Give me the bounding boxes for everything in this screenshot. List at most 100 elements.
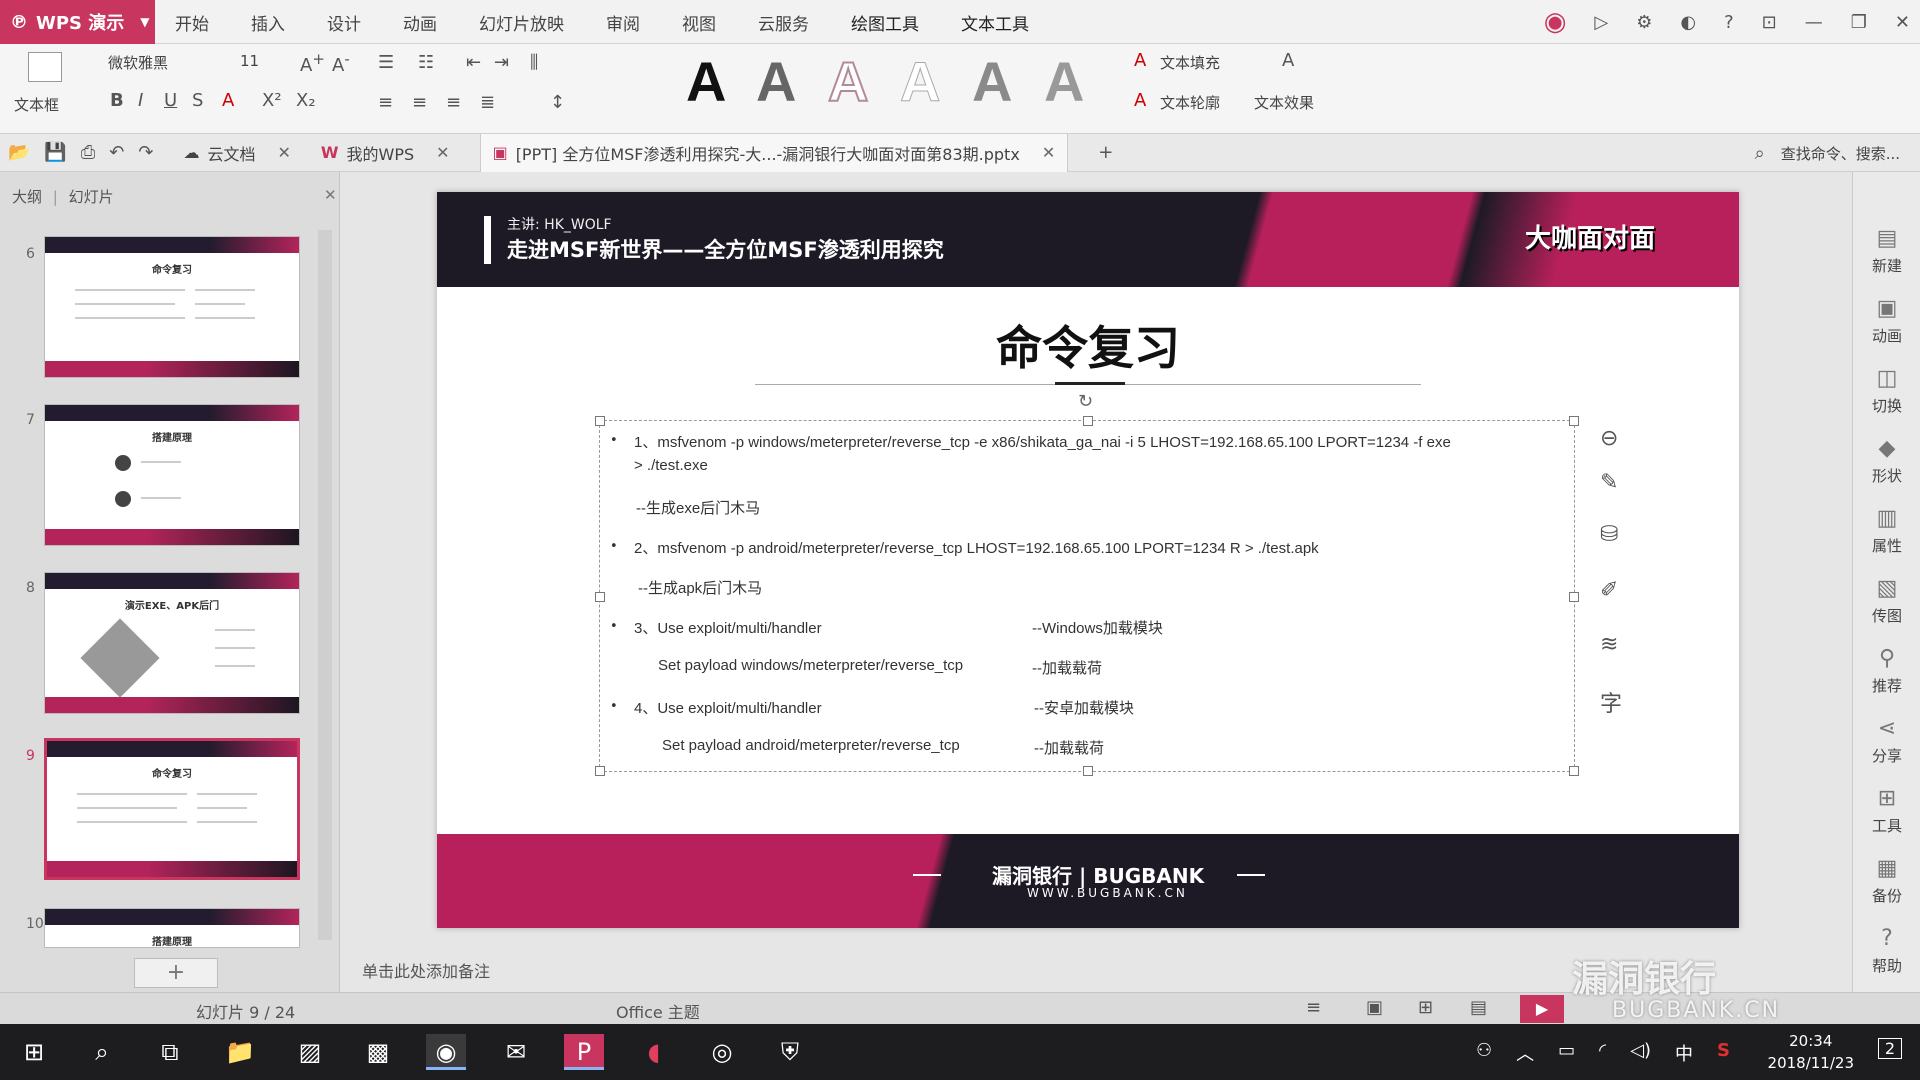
menu-tab-cloud[interactable]: 云服务 bbox=[758, 10, 809, 35]
sidebar-item-share[interactable]: ⋖ 分享 bbox=[1853, 716, 1920, 766]
resize-handle[interactable] bbox=[1569, 766, 1579, 776]
search-icon[interactable]: ⌕ bbox=[1755, 143, 1765, 164]
search-icon[interactable]: ⌕ bbox=[82, 1034, 122, 1070]
superscript-icon[interactable]: X² bbox=[262, 90, 282, 111]
clock[interactable]: 20:34 2018/11/23 bbox=[1768, 1030, 1854, 1074]
chevron-up-icon[interactable]: ︿ bbox=[1516, 1040, 1534, 1066]
textbox-icon[interactable] bbox=[28, 52, 62, 82]
subscript-icon[interactable]: X₂ bbox=[296, 90, 316, 111]
text-fill-icon[interactable]: A bbox=[1134, 50, 1146, 71]
minimize-icon[interactable]: — bbox=[1805, 12, 1823, 33]
redo-icon[interactable]: ↷ bbox=[138, 142, 153, 163]
tool-icon[interactable]: ✉ bbox=[496, 1034, 536, 1070]
aperture-icon[interactable]: ◎ bbox=[702, 1034, 742, 1070]
line-spacing-icon[interactable]: ↕ bbox=[550, 92, 565, 113]
rotate-handle-icon[interactable]: ↻ bbox=[1078, 391, 1093, 412]
reading-view-icon[interactable]: ▤ bbox=[1470, 997, 1487, 1018]
text-style-2[interactable]: A bbox=[756, 52, 796, 112]
windows-start-icon[interactable]: ⊞ bbox=[14, 1034, 54, 1070]
thumbnail-scrollbar[interactable] bbox=[318, 230, 332, 940]
underline-icon[interactable]: U bbox=[164, 90, 177, 111]
text-style-6[interactable]: A bbox=[1044, 52, 1084, 112]
file-explorer-icon[interactable]: 📁 bbox=[220, 1034, 260, 1070]
normal-view-icon[interactable]: ▣ bbox=[1366, 997, 1383, 1018]
text-style-5[interactable]: A bbox=[972, 52, 1012, 112]
sidebar-item-recommend[interactable]: ⚲ 推荐 bbox=[1853, 646, 1920, 696]
media-player-icon[interactable]: ◉ bbox=[426, 1034, 466, 1070]
font-size-select[interactable]: 11 bbox=[240, 52, 259, 70]
sidebar-item-help[interactable]: ? 帮助 bbox=[1853, 926, 1920, 976]
notes-input[interactable]: 单击此处添加备注 bbox=[362, 958, 490, 982]
close-icon[interactable]: ✕ bbox=[1895, 12, 1910, 33]
menu-tab-review[interactable]: 审阅 bbox=[606, 10, 640, 35]
align-left-icon[interactable]: ≡ bbox=[378, 92, 393, 113]
resize-handle[interactable] bbox=[1083, 416, 1093, 426]
columns-icon[interactable]: ⫼ bbox=[530, 52, 538, 73]
sidebar-item-backup[interactable]: ▦ 备份 bbox=[1853, 856, 1920, 906]
app-icon[interactable]: ▩ bbox=[358, 1034, 398, 1070]
close-panel-icon[interactable]: ✕ bbox=[324, 186, 337, 204]
font-name-select[interactable]: 微软雅黑 bbox=[108, 52, 168, 73]
save-icon[interactable]: 💾 bbox=[44, 142, 66, 163]
sogou-icon[interactable]: S bbox=[1717, 1040, 1730, 1066]
add-slide-button[interactable]: + bbox=[134, 958, 218, 988]
tab-outline[interactable]: 大纲 bbox=[12, 188, 42, 206]
text-outline-button[interactable]: 文本轮廓 bbox=[1160, 92, 1220, 113]
avatar[interactable]: ◉ bbox=[1544, 7, 1567, 37]
align-center-icon[interactable]: ≡ bbox=[412, 92, 427, 113]
justify-icon[interactable]: ≣ bbox=[480, 92, 495, 113]
shield-icon[interactable]: ⛨ bbox=[770, 1034, 810, 1070]
search-input[interactable]: 查找命令、搜索... bbox=[1781, 143, 1900, 164]
menu-tab-insert[interactable]: 插入 bbox=[251, 10, 285, 35]
resize-handle[interactable] bbox=[595, 766, 605, 776]
italic-icon[interactable]: I bbox=[138, 90, 143, 111]
text-effect-icon[interactable]: A bbox=[1282, 50, 1294, 71]
open-folder-icon[interactable]: 📂 bbox=[8, 142, 30, 163]
text-outline-icon[interactable]: A bbox=[1134, 90, 1146, 111]
sidebar-item-properties[interactable]: ▥ 属性 bbox=[1853, 506, 1920, 556]
slide-title[interactable]: 命令复习 bbox=[437, 312, 1739, 378]
menu-tab-text-tools[interactable]: 文本工具 bbox=[961, 10, 1029, 35]
strikethrough-icon[interactable]: S bbox=[192, 90, 203, 111]
text-effect-button[interactable]: 文本效果 bbox=[1254, 92, 1314, 113]
new-tab-icon[interactable]: + bbox=[1098, 142, 1113, 163]
sidebar-item-new[interactable]: ▤ 新建 bbox=[1853, 226, 1920, 276]
slideshow-play-icon[interactable]: ▶ bbox=[1520, 995, 1564, 1023]
restore-icon[interactable]: ❐ bbox=[1851, 12, 1867, 33]
outdent-icon[interactable]: ⇥ bbox=[494, 52, 509, 73]
font-grow-icon[interactable]: A+ bbox=[300, 50, 325, 76]
volume-icon[interactable]: ◁) bbox=[1630, 1040, 1651, 1066]
slide-thumbnail-6[interactable]: 命令复习 bbox=[44, 236, 300, 378]
edit-shape-icon[interactable]: ✎ bbox=[1600, 470, 1618, 495]
sidebar-item-tools[interactable]: ⊞ 工具 bbox=[1853, 786, 1920, 836]
font-color-icon[interactable]: A bbox=[222, 90, 234, 111]
resize-handle[interactable] bbox=[1083, 766, 1093, 776]
collapse-ribbon-icon[interactable]: ⊡ bbox=[1762, 12, 1777, 33]
notes-toggle-icon[interactable]: ≡ bbox=[1306, 997, 1321, 1018]
text-style-1[interactable]: A bbox=[686, 52, 726, 112]
menu-tab-home[interactable]: 开始 bbox=[175, 10, 209, 35]
sidebar-item-shape[interactable]: ◆ 形状 bbox=[1853, 436, 1920, 486]
text-style-3[interactable]: A bbox=[827, 51, 869, 113]
resize-handle[interactable] bbox=[595, 592, 605, 602]
wps-presentation-icon[interactable]: P bbox=[564, 1034, 604, 1070]
tab-slides[interactable]: 幻灯片 bbox=[69, 188, 114, 206]
battery-icon[interactable]: ▭ bbox=[1558, 1040, 1575, 1066]
menu-tab-design[interactable]: 设计 bbox=[327, 10, 361, 35]
tab-my-wps[interactable]: W 我的WPS ✕ bbox=[321, 141, 450, 165]
print-icon[interactable]: ⎙ bbox=[81, 142, 95, 163]
resize-handle[interactable] bbox=[1569, 592, 1579, 602]
close-icon[interactable]: ✕ bbox=[1042, 143, 1055, 162]
text-style-icon[interactable]: 字 bbox=[1600, 686, 1622, 718]
menu-tab-drawing-tools[interactable]: 绘图工具 bbox=[851, 10, 919, 35]
tab-document[interactable]: ▣ [PPT] 全方位MSF渗透利用探究-大...-漏洞银行大咖面对面第83期.… bbox=[479, 133, 1069, 172]
bullet-list-icon[interactable]: ☰ bbox=[378, 52, 394, 73]
tab-cloud-docs[interactable]: ☁ 云文档 ✕ bbox=[183, 141, 290, 165]
outline-pen-icon[interactable]: ✐ bbox=[1600, 578, 1618, 603]
close-icon[interactable]: ✕ bbox=[277, 143, 290, 162]
menu-tab-view[interactable]: 视图 bbox=[682, 10, 716, 35]
text-style-4[interactable]: A bbox=[899, 51, 940, 112]
layers-icon[interactable]: ≋ bbox=[1600, 632, 1618, 657]
slide-canvas[interactable]: 主讲: HK_WOLF 走进MSF新世界——全方位MSF渗透利用探究 大咖面对面… bbox=[437, 192, 1739, 928]
slide-thumbnail-8[interactable]: 演示EXE、APK后门 bbox=[44, 572, 300, 714]
